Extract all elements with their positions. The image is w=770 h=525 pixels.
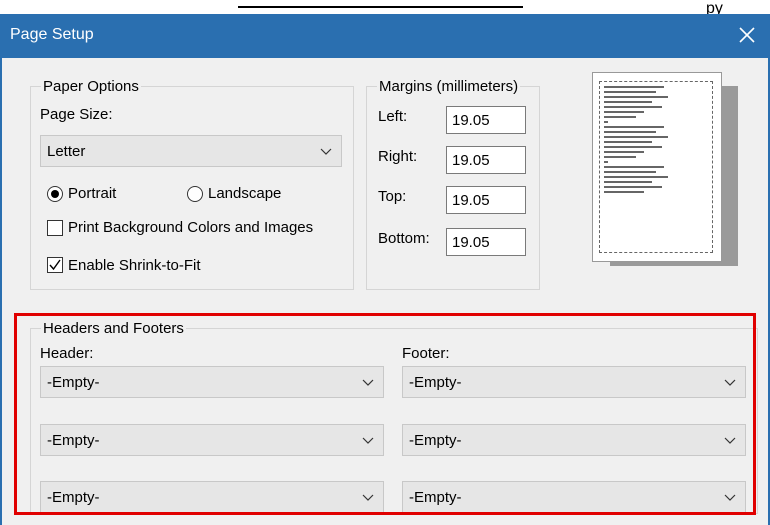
portrait-label[interactable]: Portrait [68,185,116,202]
shrink-to-fit-checkbox[interactable] [47,257,63,273]
page-preview-text-lines [604,86,674,196]
close-button[interactable] [732,20,762,50]
dialog-titlebar: Page Setup [0,14,770,58]
margin-bottom-label: Bottom: [378,230,430,247]
margin-top-value: 19.05 [452,192,490,209]
checkmark-icon [49,259,61,271]
page-size-value: Letter [47,143,86,160]
print-background-checkbox[interactable] [47,220,63,236]
margin-left-value: 19.05 [452,112,490,129]
dialog-title: Page Setup [10,26,94,43]
chevron-down-icon [320,148,332,155]
margins-legend: Margins (millimeters) [379,78,519,95]
margin-right-label: Right: [378,148,418,165]
background-underline [238,6,523,8]
margin-right-input[interactable]: 19.05 [446,146,526,174]
portrait-radio[interactable] [47,186,63,202]
page-size-select[interactable]: Letter [40,135,342,167]
close-icon [739,27,755,43]
margin-top-input[interactable]: 19.05 [446,186,526,214]
margin-bottom-value: 19.05 [452,234,490,251]
margin-left-label: Left: [378,108,408,125]
page-preview [592,72,722,262]
page-preview-margin-box [599,81,713,253]
landscape-label[interactable]: Landscape [208,185,281,202]
margin-bottom-input[interactable]: 19.05 [446,228,526,256]
margin-top-label: Top: [378,188,407,205]
margin-left-input[interactable]: 19.05 [446,106,526,134]
landscape-radio[interactable] [187,186,203,202]
shrink-to-fit-label[interactable]: Enable Shrink-to-Fit [68,257,201,274]
page-size-label: Page Size: [40,106,113,123]
print-background-label[interactable]: Print Background Colors and Images [68,219,313,236]
highlight-box [14,313,756,515]
margin-right-value: 19.05 [452,152,490,169]
paper-options-legend: Paper Options [43,78,139,95]
